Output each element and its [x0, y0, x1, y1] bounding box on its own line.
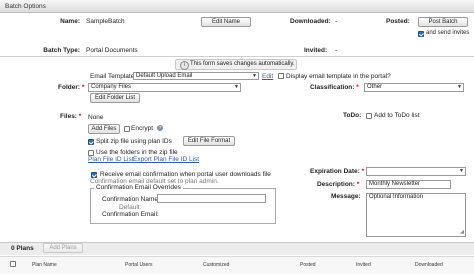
todo-label: ToDo: [343, 112, 362, 119]
chevron-down-icon: ▼ [234, 84, 239, 90]
email-template-select[interactable]: Default Upload Email ▼ [133, 72, 259, 80]
edit-email-template-link[interactable]: Edit [262, 73, 273, 80]
invited-label: Invited: [304, 47, 328, 54]
encrypt-checkbox[interactable] [124, 126, 130, 132]
chevron-down-icon: ▼ [252, 73, 257, 79]
column-header-plan-name[interactable]: Plan Name [32, 262, 57, 268]
confirmation-name-input[interactable] [157, 194, 266, 203]
classification-select[interactable]: Other ▼ [364, 83, 464, 92]
add-todo-label: Add to ToDo list [374, 112, 420, 119]
message-value: Optional Information [369, 194, 424, 200]
column-header-customized[interactable]: Customized [203, 262, 229, 268]
email-template-label: Email Template: [90, 73, 137, 80]
post-batch-button[interactable]: Post Batch [418, 17, 468, 27]
plans-count: 0 Plans [11, 245, 34, 252]
batch-name-value: SampleBatch [86, 18, 125, 25]
classification-label: Classification: * [310, 84, 359, 91]
plan-file-id-list-link[interactable]: Plan File ID List [88, 156, 134, 163]
column-header-downloaded[interactable]: Downloaded [415, 262, 443, 268]
expiration-date-select[interactable]: ▼ [366, 167, 466, 176]
autosave-info-bar: i This form saves changes automatically. [175, 59, 297, 70]
batch-type-label: Batch Type: [43, 47, 80, 54]
add-plans-button[interactable]: Add Plans [43, 243, 83, 253]
message-label: Message: [331, 193, 361, 200]
add-todo-checkbox[interactable] [366, 113, 372, 119]
split-zip-checkbox[interactable] [88, 139, 94, 145]
resize-handle-icon[interactable]: ◢ [460, 229, 464, 236]
invited-value: - [335, 47, 338, 54]
description-label: Description: * [317, 181, 360, 188]
plans-table-header [0, 256, 474, 274]
email-template-value: Default Upload Email [136, 73, 193, 79]
select-all-plans-checkbox[interactable] [10, 261, 16, 267]
downloaded-label: Downloaded: [290, 18, 331, 25]
folder-value: Company Files [91, 84, 132, 90]
autosave-message: This form saves changes automatically. [190, 61, 295, 67]
confirmation-name-label: Confirmation Name: [102, 196, 160, 203]
folder-select[interactable]: Company Files ▼ [88, 83, 241, 92]
edit-file-format-button[interactable]: Edit File Format [183, 136, 235, 146]
chevron-down-icon: ▼ [459, 168, 464, 174]
send-invites-label: and send invites [426, 30, 470, 36]
description-input[interactable]: Monthly Newsletter [366, 180, 451, 189]
display-template-label: Display email template in the portal? [286, 73, 391, 80]
confirmation-default-label: Default: [119, 204, 142, 211]
help-icon[interactable]: ? [157, 125, 163, 131]
chevron-down-icon: ▼ [457, 84, 462, 90]
encrypt-label: Encrypt [131, 125, 154, 132]
use-folders-label: Use the folders in the zip file [96, 149, 178, 156]
files-label: Files: * [60, 113, 82, 120]
batch-type-value: Portal Documents [86, 47, 138, 54]
downloaded-value: - [335, 18, 338, 25]
column-header-portal-users[interactable]: Portal Users [125, 262, 153, 268]
split-zip-label: Split zip file using plan IDs [96, 138, 172, 145]
export-plan-file-id-list-link[interactable]: Export Plan File ID List [133, 156, 199, 163]
edit-name-button[interactable]: Edit Name [201, 17, 251, 27]
send-invites-checkbox[interactable] [418, 31, 424, 37]
description-value: Monthly Newsletter [369, 181, 421, 187]
add-files-button[interactable]: Add Files [88, 124, 120, 134]
display-template-checkbox[interactable] [278, 73, 284, 79]
posted-label: Posted: [386, 18, 410, 25]
folder-label: Folder: * [58, 84, 85, 91]
confirmation-email-label: Confirmation Email: [102, 211, 159, 218]
panel-title: Batch Options [5, 3, 46, 10]
files-value: None [88, 114, 104, 121]
column-header-invited[interactable]: Invited [356, 262, 371, 268]
panel-header: Batch Options [0, 0, 474, 13]
classification-value: Other [367, 84, 383, 90]
receive-confirmation-label: Receive email confirmation when portal u… [100, 171, 271, 178]
column-header-posted[interactable]: Posted [300, 262, 316, 268]
divider [0, 56, 474, 57]
message-textarea[interactable]: Optional Information ◢ [366, 193, 466, 237]
confirmation-overrides-legend: Confirmation Email Overrides [94, 184, 183, 191]
name-label: Name: [60, 18, 80, 25]
edit-folder-list-button[interactable]: Edit Folder List [90, 93, 140, 103]
expiration-date-label: Expiration Date: * [310, 168, 365, 175]
info-icon: i [180, 61, 189, 70]
